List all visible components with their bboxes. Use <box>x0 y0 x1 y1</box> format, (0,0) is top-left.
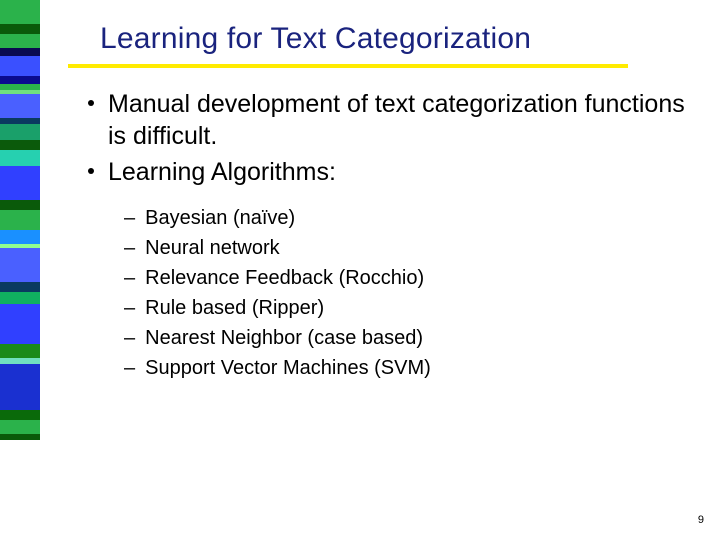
dash-icon: – <box>124 354 135 382</box>
sub-bullet-item: – Nearest Neighbor (case based) <box>124 324 700 352</box>
dash-icon: – <box>124 234 135 262</box>
slide-title: Learning for Text Categorization <box>100 22 700 56</box>
decorative-sidebar <box>0 0 40 540</box>
title-underline <box>68 64 628 68</box>
sub-bullet-text: Relevance Feedback (Rocchio) <box>145 264 424 292</box>
dash-icon: – <box>124 264 135 292</box>
dash-icon: – <box>124 204 135 232</box>
sub-bullet-item: – Relevance Feedback (Rocchio) <box>124 264 700 292</box>
sub-bullet-item: – Support Vector Machines (SVM) <box>124 354 700 382</box>
dash-icon: – <box>124 294 135 322</box>
sub-bullet-item: – Rule based (Ripper) <box>124 294 700 322</box>
sub-bullet-text: Support Vector Machines (SVM) <box>145 354 431 382</box>
bullet-item: Manual development of text categorizatio… <box>88 88 700 152</box>
sub-bullet-text: Neural network <box>145 234 280 262</box>
sub-bullet-item: – Neural network <box>124 234 700 262</box>
sub-bullet-list: – Bayesian (naïve) – Neural network – Re… <box>124 204 700 382</box>
bullet-text: Learning Algorithms: <box>108 156 336 188</box>
bullet-list: Manual development of text categorizatio… <box>88 88 700 188</box>
bullet-dot-icon <box>88 100 94 106</box>
sub-bullet-text: Rule based (Ripper) <box>145 294 324 322</box>
bullet-dot-icon <box>88 168 94 174</box>
page-number: 9 <box>698 514 704 526</box>
sub-bullet-text: Bayesian (naïve) <box>145 204 295 232</box>
bullet-text: Manual development of text categorizatio… <box>108 88 700 152</box>
sub-bullet-text: Nearest Neighbor (case based) <box>145 324 423 352</box>
slide-content: Learning for Text Categorization Manual … <box>60 0 700 540</box>
sub-bullet-item: – Bayesian (naïve) <box>124 204 700 232</box>
bullet-item: Learning Algorithms: <box>88 156 700 188</box>
dash-icon: – <box>124 324 135 352</box>
